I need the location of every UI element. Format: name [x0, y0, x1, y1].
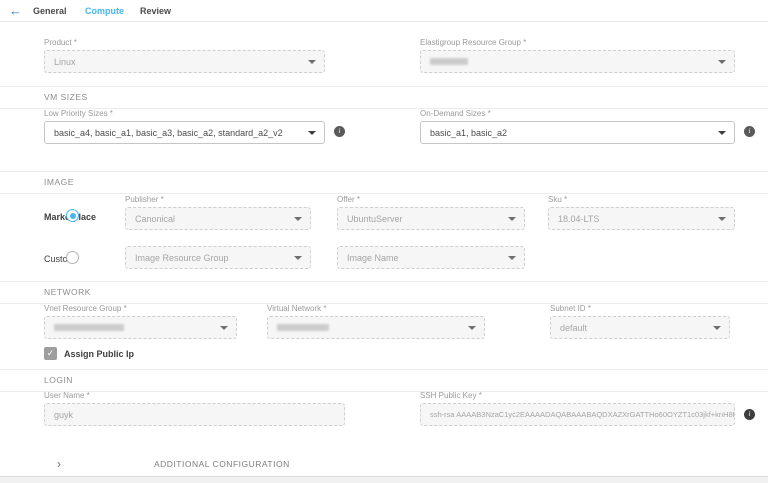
chevron-down-icon [220, 326, 228, 330]
chevron-down-icon [308, 131, 316, 135]
chevron-down-icon [508, 217, 516, 221]
image-name-placeholder: Image Name [347, 253, 399, 263]
low-priority-sizes-label: Low Priority Sizes * [44, 109, 325, 118]
product-label: Product * [44, 38, 325, 47]
assign-public-ip-checkbox[interactable]: ✓ [44, 347, 57, 360]
offer-select[interactable]: UbuntuServer [337, 207, 525, 230]
offer-field: Offer * UbuntuServer [337, 195, 525, 230]
redacted-value [54, 324, 124, 331]
user-name-label: User Name * [44, 391, 345, 400]
marketplace-radio[interactable] [66, 209, 79, 222]
sku-select[interactable]: 18.04-LTS [548, 207, 735, 230]
image-resource-group-field: Image Resource Group [125, 246, 311, 269]
product-field: Product * Linux [44, 38, 325, 73]
product-value: Linux [54, 57, 76, 67]
section-network: NETWORK [0, 281, 768, 304]
chevron-down-icon [713, 326, 721, 330]
vnet-resource-group-field: Vnet Resource Group * [44, 304, 237, 339]
tab-review[interactable]: Review [140, 6, 171, 16]
sku-value: 18.04-LTS [558, 214, 599, 224]
on-demand-sizes-label: On-Demand Sizes * [420, 109, 735, 118]
image-resource-group-select[interactable]: Image Resource Group [125, 246, 311, 269]
chevron-down-icon [718, 217, 726, 221]
publisher-select[interactable]: Canonical [125, 207, 311, 230]
elastigroup-resource-group-label: Elastigroup Resource Group * [420, 38, 735, 47]
section-vm-sizes: VM SIZES [0, 86, 768, 109]
vnet-resource-group-label: Vnet Resource Group * [44, 304, 237, 313]
additional-configuration-label: ADDITIONAL CONFIGURATION [154, 459, 290, 469]
redacted-value [277, 324, 329, 331]
check-icon: ✓ [47, 348, 55, 358]
chevron-down-icon [294, 256, 302, 260]
info-icon[interactable]: i [744, 126, 755, 137]
sku-label: Sku * [548, 195, 735, 204]
user-name-field: User Name * guyk [44, 391, 345, 426]
user-name-value: guyk [54, 410, 73, 420]
chevron-down-icon [718, 131, 726, 135]
publisher-field: Publisher * Canonical [125, 195, 311, 230]
virtual-network-label: Virtual Network * [267, 304, 485, 313]
sku-field: Sku * 18.04-LTS [548, 195, 735, 230]
tab-compute[interactable]: Compute [85, 6, 124, 16]
offer-label: Offer * [337, 195, 525, 204]
publisher-value: Canonical [135, 214, 175, 224]
wizard-topbar: ← General Compute Review [0, 0, 768, 22]
ssh-public-key-field: SSH Public Key * ssh-rsa AAAAB3NzaC1yc2E… [420, 391, 735, 426]
on-demand-sizes-field: On-Demand Sizes * basic_a1, basic_a2 [420, 109, 735, 144]
chevron-down-icon [718, 60, 726, 64]
image-resource-group-placeholder: Image Resource Group [135, 253, 229, 263]
section-image: IMAGE [0, 171, 768, 194]
image-name-select[interactable]: Image Name [337, 246, 525, 269]
additional-configuration-expander[interactable]: › ADDITIONAL CONFIGURATION [0, 455, 768, 476]
ssh-public-key-label: SSH Public Key * [420, 391, 735, 400]
elastigroup-resource-group-select[interactable] [420, 50, 735, 73]
page-bottom-background [0, 477, 768, 483]
vnet-resource-group-select[interactable] [44, 316, 237, 339]
virtual-network-field: Virtual Network * [267, 304, 485, 339]
chevron-down-icon [468, 326, 476, 330]
subnet-id-label: Subnet ID * [550, 304, 730, 313]
chevron-down-icon [308, 60, 316, 64]
info-icon[interactable]: i [334, 126, 345, 137]
image-name-field: Image Name [337, 246, 525, 269]
offer-value: UbuntuServer [347, 214, 403, 224]
section-login: LOGIN [0, 369, 768, 392]
ssh-public-key-input[interactable]: ssh-rsa AAAAB3NzaC1yc2EAAAADAQABAAABAQDX… [420, 403, 735, 426]
assign-public-ip-label: Assign Public Ip [64, 349, 134, 359]
low-priority-sizes-value: basic_a4, basic_a1, basic_a3, basic_a2, … [54, 128, 283, 138]
elastigroup-resource-group-field: Elastigroup Resource Group * [420, 38, 735, 73]
ssh-public-key-value: ssh-rsa AAAAB3NzaC1yc2EAAAADAQABAAABAQDX… [430, 410, 735, 419]
on-demand-sizes-value: basic_a1, basic_a2 [430, 128, 507, 138]
redacted-value [430, 58, 468, 65]
on-demand-sizes-select[interactable]: basic_a1, basic_a2 [420, 121, 735, 144]
low-priority-sizes-field: Low Priority Sizes * basic_a4, basic_a1,… [44, 109, 325, 144]
info-icon[interactable]: i [744, 409, 755, 420]
chevron-down-icon [294, 217, 302, 221]
chevron-down-icon [508, 256, 516, 260]
low-priority-sizes-select[interactable]: basic_a4, basic_a1, basic_a3, basic_a2, … [44, 121, 325, 144]
publisher-label: Publisher * [125, 195, 311, 204]
custom-radio[interactable] [66, 251, 79, 264]
virtual-network-select[interactable] [267, 316, 485, 339]
user-name-input[interactable]: guyk [44, 403, 345, 426]
back-arrow-icon[interactable]: ← [9, 3, 22, 18]
chevron-right-icon: › [57, 457, 61, 471]
product-select[interactable]: Linux [44, 50, 325, 73]
subnet-id-value: default [560, 323, 587, 333]
tab-general[interactable]: General [33, 6, 67, 16]
subnet-id-field: Subnet ID * default [550, 304, 730, 339]
subnet-id-select[interactable]: default [550, 316, 730, 339]
